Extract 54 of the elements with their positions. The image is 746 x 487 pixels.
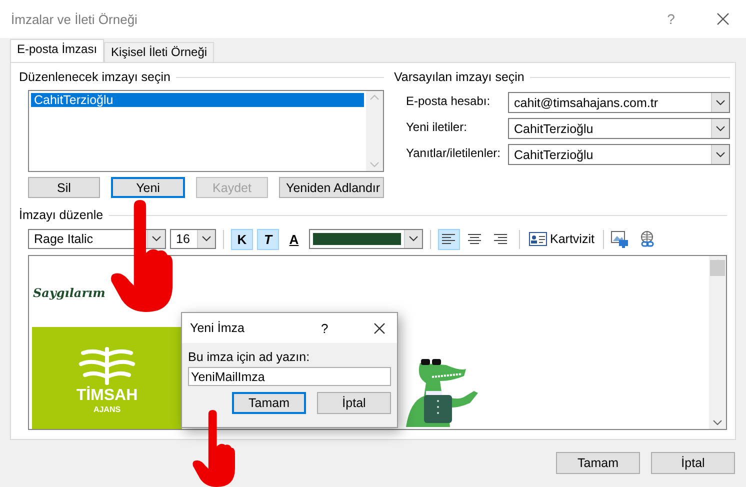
window-title: İmzalar ve İleti Örneği bbox=[11, 12, 138, 26]
dropdown-field[interactable]: cahit@timsahajans.com.tr bbox=[508, 92, 730, 113]
align-left-icon bbox=[442, 234, 456, 244]
logo-text: TİMSAH bbox=[76, 387, 138, 405]
group-heading: Varsayılan imzayı seçin bbox=[394, 70, 524, 84]
footer-button[interactable]: İptal bbox=[651, 452, 735, 474]
dropdown-caret-icon bbox=[404, 230, 422, 248]
help-button[interactable]: ? bbox=[642, 11, 700, 27]
scroll-down-icon[interactable] bbox=[713, 420, 722, 426]
dropdown-caret-icon bbox=[197, 230, 215, 248]
signature-list-item[interactable]: CahitTerzioğlu bbox=[31, 93, 364, 107]
dialog-button[interactable]: İptal bbox=[317, 392, 391, 414]
dropdown-field[interactable]: CahitTerzioğlu bbox=[508, 118, 730, 139]
dialog-title: Yeni İmza bbox=[190, 321, 246, 335]
group-heading: Düzenlenecek imzayı seçin bbox=[19, 70, 170, 84]
greeting-text: Saygılarım bbox=[33, 286, 106, 300]
underline-button[interactable]: A bbox=[283, 228, 305, 250]
font-color-dropdown[interactable] bbox=[309, 229, 423, 249]
list-button[interactable]: Yeni bbox=[111, 177, 185, 198]
list-button[interactable]: Yeniden Adlandır bbox=[279, 177, 384, 198]
field-label: Yeni iletiler: bbox=[406, 119, 468, 134]
footer-button[interactable]: Tamam bbox=[556, 452, 640, 474]
italic-button[interactable]: T bbox=[257, 228, 279, 250]
align-left-button[interactable] bbox=[438, 228, 460, 250]
dialog-button[interactable]: Tamam bbox=[232, 392, 306, 414]
group-heading: İmzayı düzenle bbox=[19, 208, 104, 222]
align-right-icon bbox=[494, 234, 508, 244]
close-icon[interactable] bbox=[717, 13, 729, 25]
help-button[interactable]: ? bbox=[321, 320, 361, 336]
prompt-label: Bu imza için ad yazın: bbox=[188, 350, 311, 364]
bold-button[interactable]: K bbox=[231, 228, 253, 250]
size-dropdown[interactable]: 16 bbox=[170, 229, 216, 249]
dropdown-field[interactable]: CahitTerzioğlu bbox=[508, 144, 730, 165]
field-label: E-posta hesabı: bbox=[406, 93, 492, 108]
scroll-thumb[interactable] bbox=[710, 260, 725, 276]
business-card-button[interactable]: Kartvizit bbox=[527, 232, 596, 246]
tab[interactable]: Kişisel İleti Örneği bbox=[104, 42, 214, 62]
hyperlink-icon[interactable] bbox=[639, 230, 656, 248]
tab[interactable]: E-posta İmzası bbox=[10, 39, 104, 62]
contact-card-icon bbox=[529, 232, 547, 246]
dropdown-caret-icon bbox=[711, 119, 729, 138]
dropdown-caret-icon bbox=[147, 230, 165, 248]
crocodile-logo-icon bbox=[77, 347, 137, 385]
font-dropdown[interactable]: Rage Italic bbox=[28, 229, 166, 249]
dropdown-caret-icon bbox=[711, 145, 729, 164]
align-center-icon bbox=[468, 234, 482, 244]
field-label: Yanıtlar/iletilenler: bbox=[406, 145, 502, 160]
insert-picture-icon[interactable] bbox=[611, 230, 630, 248]
logo-subtext: AJANS bbox=[93, 405, 121, 414]
scrollbar[interactable] bbox=[709, 256, 726, 429]
list-button[interactable]: Sil bbox=[28, 177, 100, 198]
dropdown-caret-icon bbox=[711, 93, 729, 112]
name-input-field[interactable]: YeniMailImza bbox=[188, 367, 391, 386]
close-icon[interactable] bbox=[374, 322, 384, 334]
